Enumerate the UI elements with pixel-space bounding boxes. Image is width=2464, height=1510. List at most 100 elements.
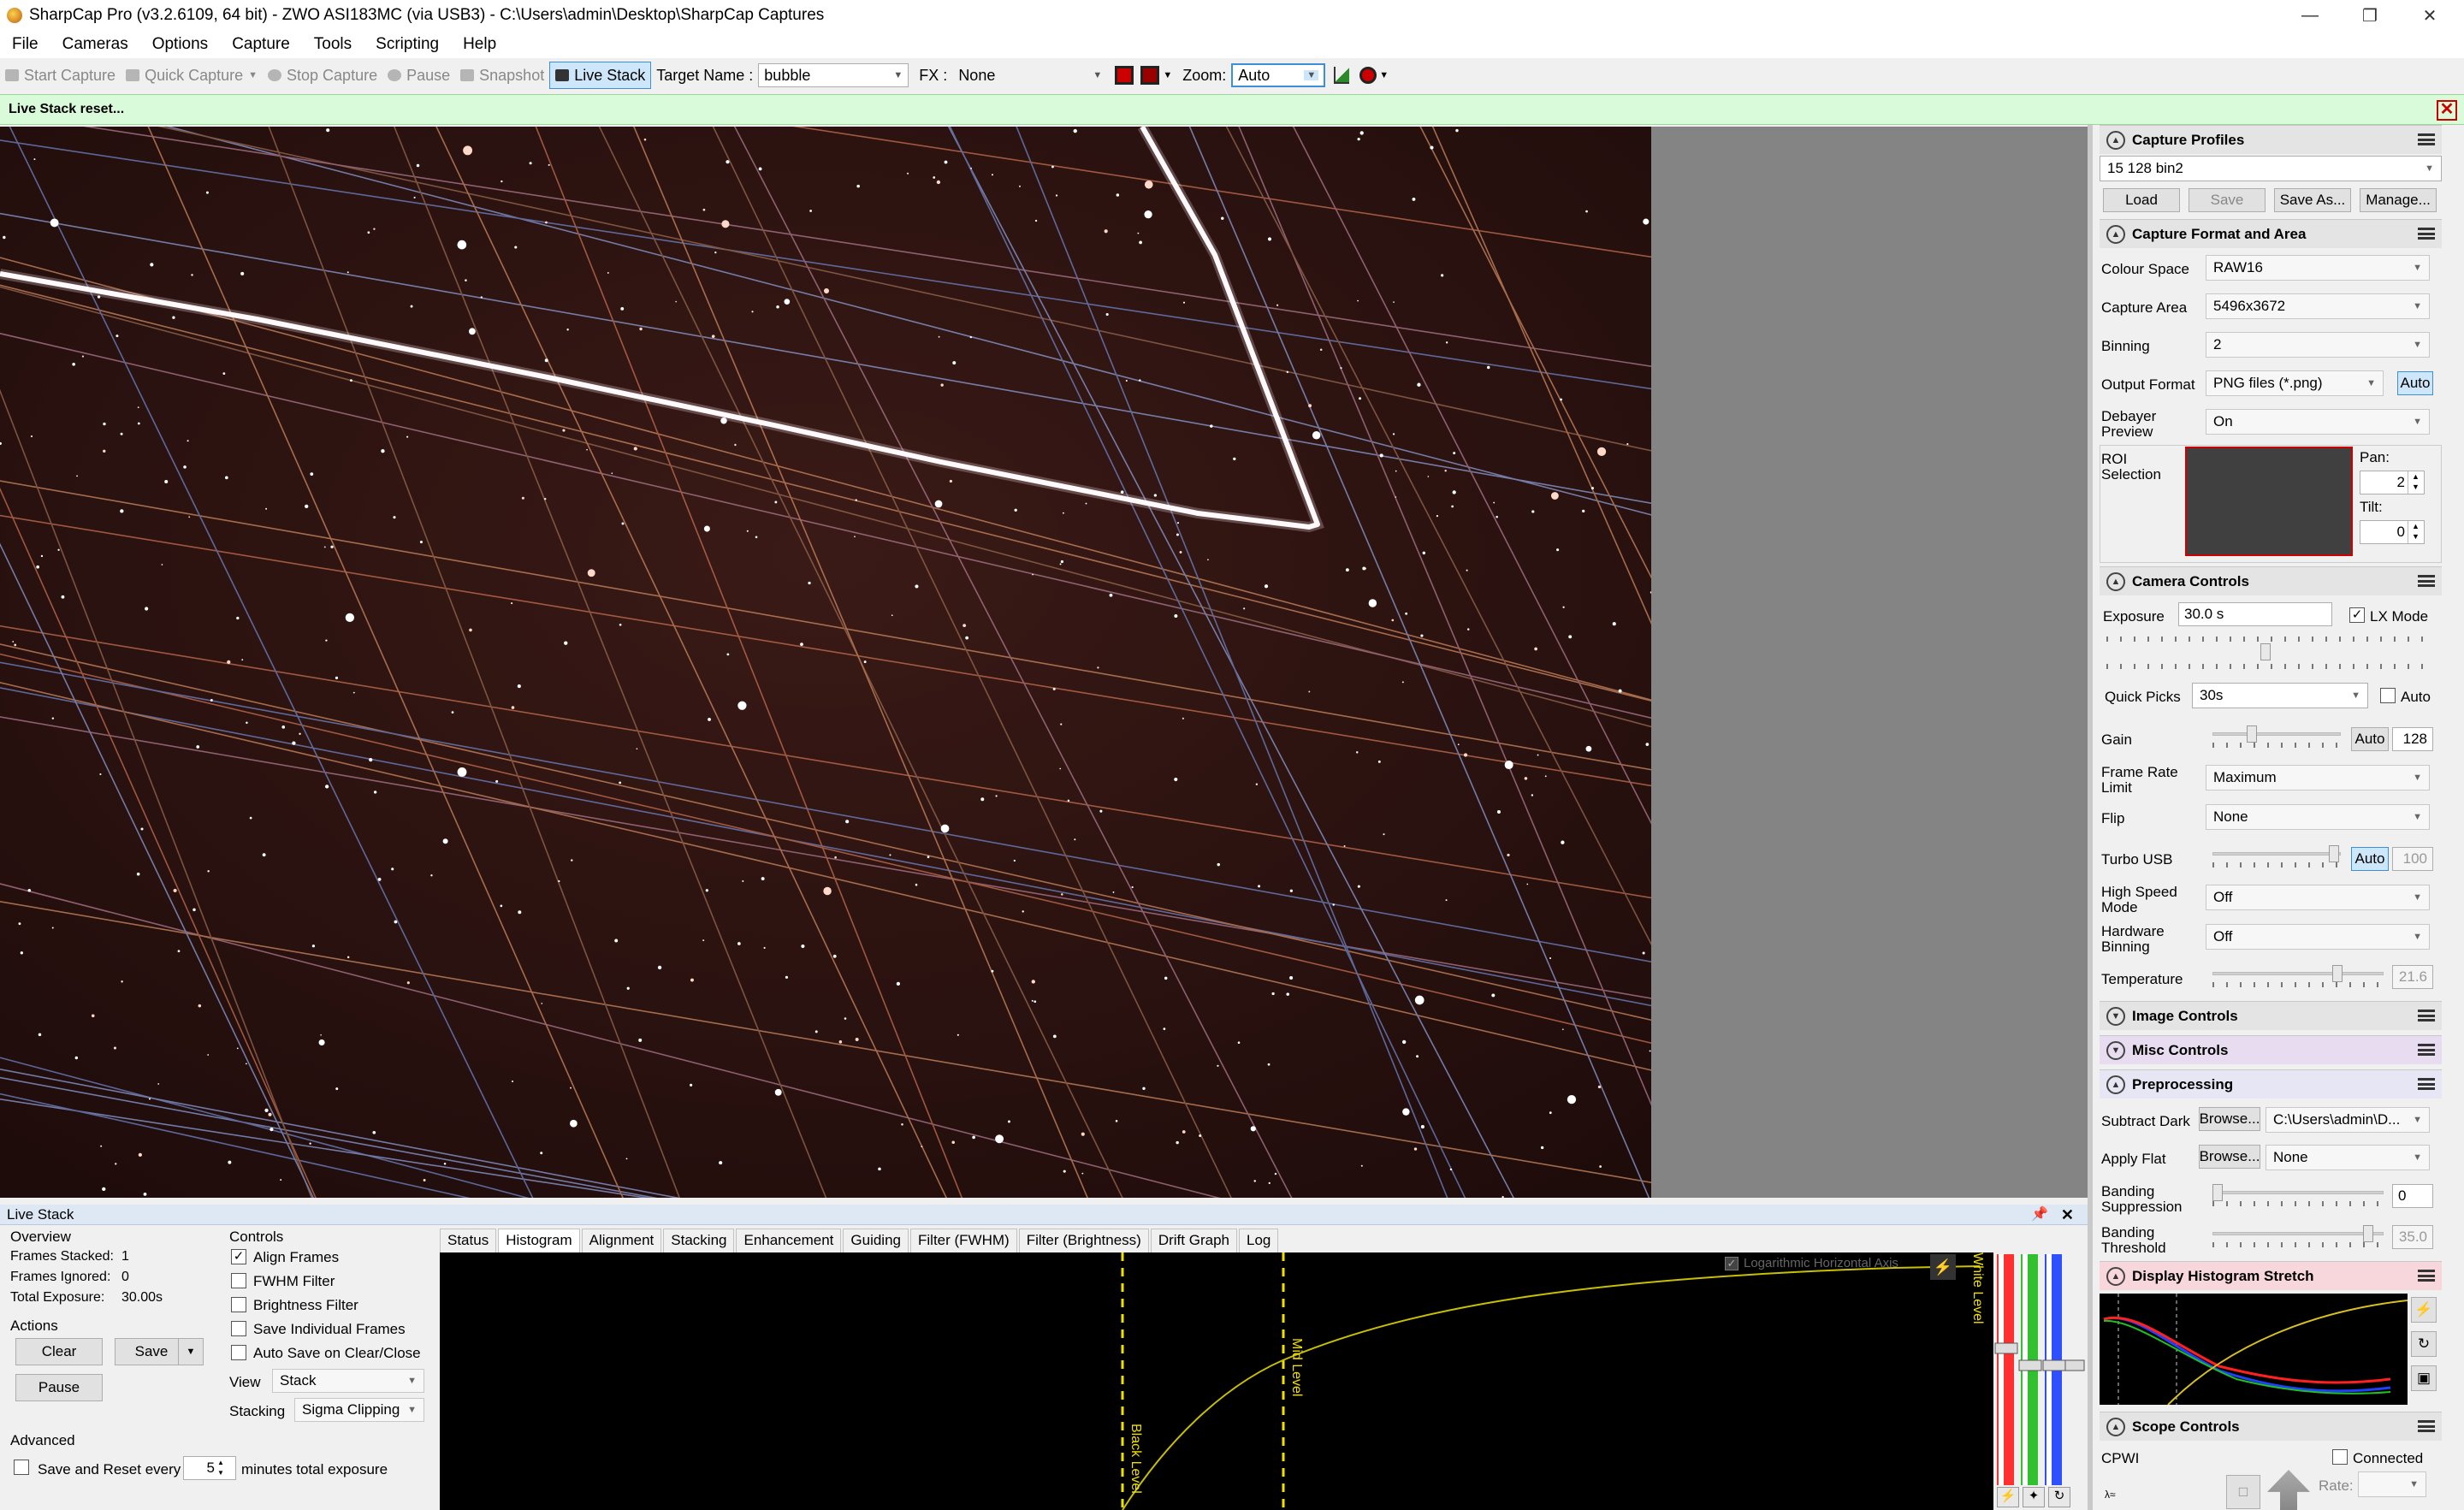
focus-icon[interactable] [1140,66,1160,85]
log-axis-toggle[interactable]: ✓ Logarithmic Horizontal Axis [1725,1256,1898,1270]
tab-alignment[interactable]: Alignment [581,1229,662,1252]
banding-suppression-input[interactable]: 0 [2392,1184,2433,1208]
auto-save-checkbox[interactable] [231,1345,246,1360]
chevron-down-icon[interactable]: ▼ [1163,70,1172,80]
brightness-filter-checkbox[interactable] [231,1297,246,1312]
capture-format-header[interactable]: ▲ Capture Format and Area [2100,219,2442,248]
quick-capture-button[interactable]: Quick Capture ▼ [121,62,263,89]
star-icon[interactable]: ✦ [2023,1487,2045,1507]
chevron-down-icon[interactable]: ▼ [248,70,258,80]
clear-button[interactable]: Clear [15,1338,103,1365]
misc-controls-header[interactable]: ▼ Misc Controls [2100,1035,2442,1064]
debayer-preview-select[interactable]: On ▼ [2206,409,2430,435]
expand-icon[interactable]: ▼ [2106,1006,2125,1026]
banding-threshold-input[interactable]: 35.0 [2392,1225,2433,1249]
tab-filter-fwhm[interactable]: Filter (FWHM) [910,1229,1017,1252]
stack-histogram[interactable]: ✓ Logarithmic Horizontal Axis ⚡ Black Lev… [440,1252,2088,1510]
collapse-icon[interactable]: ▲ [2106,571,2125,591]
menu-help[interactable]: Help [451,35,508,54]
tab-histogram[interactable]: Histogram [498,1229,580,1252]
collapse-icon[interactable]: ▲ [2106,224,2125,244]
zoom-select[interactable]: Auto ▼ [1231,63,1326,87]
stacking-select[interactable]: Sigma Clipping ▼ [294,1398,424,1422]
subtract-dark-select[interactable]: C:\Users\admin\D... ▼ [2266,1107,2430,1133]
tab-status[interactable]: Status [440,1229,497,1252]
menu-file[interactable]: File [0,35,50,54]
menu-tools[interactable]: Tools [302,35,364,54]
captured-star-field-image[interactable] [0,127,1651,1198]
collapse-icon[interactable]: ▲ [2106,1266,2125,1286]
menu-cameras[interactable]: Cameras [50,35,140,54]
preprocessing-header[interactable]: ▲ Preprocessing [2100,1069,2442,1098]
menu-capture[interactable]: Capture [220,35,302,54]
gain-slider-thumb[interactable] [2247,725,2257,743]
spinner-icon[interactable]: ▲ ▼ [217,1458,224,1478]
reticle-icon[interactable] [1115,66,1134,85]
log-axis-checkbox[interactable]: ✓ [1725,1256,1738,1270]
maximize-button[interactable]: ❐ [2340,0,2400,31]
tab-log[interactable]: Log [1238,1229,1279,1252]
load-profile-button[interactable]: Load [2103,188,2180,212]
exposure-input[interactable]: 30.0 s [2178,602,2332,626]
align-frames-checkbox[interactable]: ✓ [231,1249,246,1264]
live-stack-button[interactable]: Live Stack [549,62,652,89]
fwhm-filter-checkbox[interactable] [231,1273,246,1288]
chevron-down-icon[interactable]: ▼ [1379,70,1389,80]
rate-select[interactable]: ▼ [2358,1472,2426,1497]
hamburger-menu-icon[interactable] [2418,1010,2435,1021]
lx-mode-checkbox[interactable]: ✓ [2349,607,2365,623]
exposure-fine-slider[interactable] [2106,664,2431,684]
output-format-auto-button[interactable]: Auto [2397,371,2433,395]
roi-selection-preview[interactable] [2185,447,2353,556]
scope-controls-header[interactable]: ▲ Scope Controls [2100,1412,2442,1441]
flip-select[interactable]: None ▼ [2206,804,2430,830]
output-format-select[interactable]: PNG files (*.png) ▼ [2206,370,2384,396]
hamburger-menu-icon[interactable] [2418,1270,2435,1282]
collapse-icon[interactable]: ▲ [2106,1075,2125,1094]
save-dropdown-icon[interactable]: ▼ [178,1338,204,1365]
collapse-icon[interactable]: ▲ [2106,1417,2125,1436]
capture-profiles-header[interactable]: ▲ Capture Profiles [2100,125,2442,154]
snapshot-button[interactable]: Snapshot [455,62,549,89]
turbo-slider-thumb[interactable] [2329,845,2339,862]
capture-area-select[interactable]: 5496x3672 ▼ [2206,293,2430,319]
apply-flat-select[interactable]: None ▼ [2266,1145,2430,1170]
tilt-spinner-icon[interactable]: ▲ ▼ [2408,521,2423,543]
browse-dark-button[interactable]: Browse... [2199,1107,2260,1131]
pause-stack-button[interactable]: Pause [15,1374,103,1401]
manage-profiles-button[interactable]: Manage... [2360,188,2437,212]
view-select[interactable]: Stack ▼ [272,1369,424,1393]
save-profile-button[interactable]: Save [2189,188,2266,212]
arrow-up-icon[interactable] [2267,1470,2310,1510]
pin-icon[interactable]: 📌 [2031,1205,2048,1225]
exposure-slider[interactable] [2106,637,2431,660]
zoom-magnifier-icon[interactable] [1359,67,1377,84]
hamburger-menu-icon[interactable] [2418,1420,2435,1432]
tab-enhancement[interactable]: Enhancement [736,1229,842,1252]
histogram-icon[interactable] [1334,67,1350,84]
fx-select[interactable]: None ▼ [952,63,1108,87]
colour-space-select[interactable]: RAW16 ▼ [2206,255,2430,281]
auto-stretch-small-icon[interactable]: ⚡ [1997,1487,2019,1507]
tab-stacking[interactable]: Stacking [663,1229,735,1252]
hamburger-menu-icon[interactable] [2418,228,2435,240]
mini-histogram[interactable] [2100,1294,2408,1405]
tab-drift-graph[interactable]: Drift Graph [1150,1229,1237,1252]
tab-filter-brightness[interactable]: Filter (Brightness) [1018,1229,1149,1252]
save-reset-input[interactable]: 5 [183,1456,236,1480]
image-controls-header[interactable]: ▼ Image Controls [2100,1001,2442,1030]
hamburger-menu-icon[interactable] [2418,133,2435,145]
thumb[interactable] [2212,1184,2223,1201]
gain-slider[interactable] [2212,725,2341,748]
save-individual-checkbox[interactable] [231,1321,246,1336]
binning-select[interactable]: 2 ▼ [2206,332,2430,358]
tab-guiding[interactable]: Guiding [843,1229,909,1252]
menu-scripting[interactable]: Scripting [364,35,451,54]
turbo-usb-slider[interactable] [2212,845,2341,868]
auto-stretch-icon[interactable]: ⚡ [2411,1297,2437,1323]
save-stretch-icon[interactable]: ▣ [2411,1365,2437,1391]
quick-picks-auto-checkbox[interactable] [2380,688,2396,703]
hardware-binning-select[interactable]: Off ▼ [2206,924,2430,950]
quick-picks-select[interactable]: 30s ▼ [2192,683,2368,708]
connected-checkbox[interactable] [2332,1449,2348,1465]
